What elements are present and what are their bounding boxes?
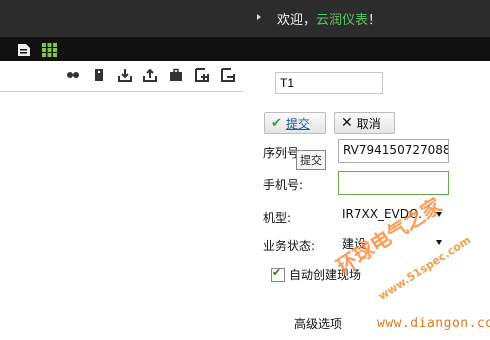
document-icon[interactable] [17, 43, 31, 57]
name-input[interactable] [275, 72, 383, 94]
grid-icon[interactable] [42, 43, 57, 57]
link-icon[interactable] [66, 68, 80, 82]
dropdown-arrow-icon [436, 240, 442, 245]
model-label: 机型: [263, 211, 292, 225]
check-icon: ✔ [271, 115, 282, 131]
welcome-prefix: 欢迎， [277, 13, 317, 28]
cancel-label: 取消 [356, 116, 381, 131]
serial-field[interactable]: RV794150727088 [338, 139, 449, 163]
auto-create-checkbox[interactable] [271, 266, 285, 282]
watermark-url-bottom: www.diangon.com [377, 316, 490, 331]
submit-tooltip: 提交 [296, 150, 326, 170]
left-panel [0, 61, 245, 340]
welcome-text: 欢迎，云润仪表！ [277, 9, 381, 28]
close-icon: ✕ [341, 115, 353, 131]
tag-icon[interactable] [92, 68, 106, 82]
advanced-options-link[interactable]: 高级选项 [294, 315, 342, 332]
top-bar: 欢迎，云润仪表！ [0, 0, 490, 37]
upload-icon[interactable] [143, 68, 157, 82]
phone-label: 手机号: [263, 178, 304, 192]
user-name[interactable]: 云润仪表 [316, 13, 368, 28]
remove-icon[interactable] [221, 68, 235, 82]
welcome-suffix: ！ [368, 13, 382, 28]
add-icon[interactable] [195, 68, 209, 82]
briefcase-icon[interactable] [169, 68, 183, 82]
nav-icon-bar [0, 37, 490, 61]
submit-button[interactable]: ✔ 提交 [264, 112, 326, 134]
cancel-button[interactable]: ✕ 取消 [334, 112, 395, 134]
toolbar-divider [0, 91, 243, 92]
download-icon[interactable] [118, 68, 132, 82]
submit-label: 提交 [285, 116, 310, 131]
status-label: 业务状态: [263, 239, 316, 253]
arrow-icon [257, 14, 261, 20]
